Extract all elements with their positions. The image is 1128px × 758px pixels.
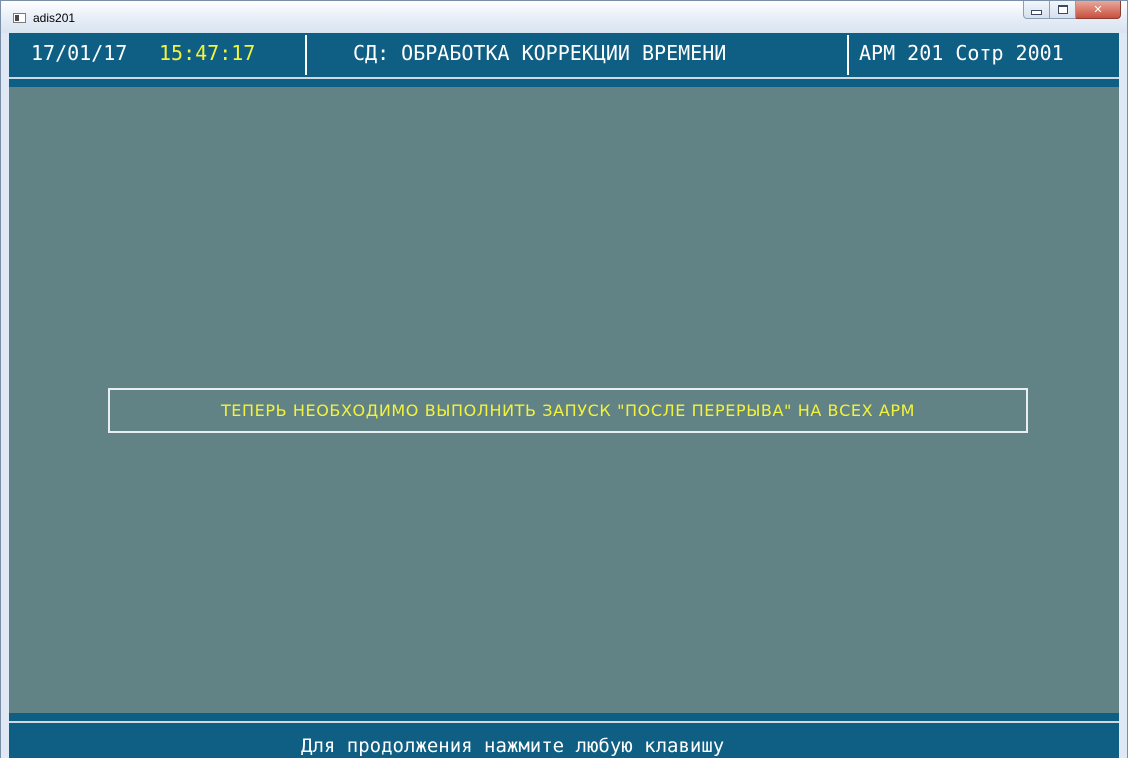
header-workstation: АРМ 201 Сотр 2001: [859, 41, 1064, 65]
window-right-border: [1119, 33, 1127, 758]
minimize-button[interactable]: [1023, 1, 1050, 19]
header-divider: [847, 35, 849, 75]
close-button[interactable]: ✕: [1076, 1, 1121, 19]
title-bar[interactable]: adis201 ✕: [1, 1, 1127, 33]
maximize-icon: [1057, 5, 1068, 14]
maximize-button[interactable]: [1050, 1, 1076, 19]
header-time: 15:47:17: [159, 41, 256, 65]
header-divider: [305, 35, 307, 75]
window-title: adis201: [33, 11, 76, 25]
header-separator-line: [9, 77, 1119, 79]
window-left-border: [1, 33, 9, 758]
minimize-icon: [1031, 9, 1042, 15]
header-title: СД: ОБРАБОТКА КОРРЕКЦИИ ВРЕМЕНИ: [353, 41, 727, 65]
footer-prompt: Для продолжения нажмите любую клавишу: [301, 735, 725, 757]
message-box: ТЕПЕРЬ НЕОБХОДИМО ВЫПОЛНИТЬ ЗАПУСК "ПОСЛ…: [108, 388, 1028, 433]
console-area[interactable]: 17/01/17 15:47:17 СД: ОБРАБОТКА КОРРЕКЦИ…: [9, 33, 1119, 758]
message-text: ТЕПЕРЬ НЕОБХОДИМО ВЫПОЛНИТЬ ЗАПУСК "ПОСЛ…: [220, 401, 916, 420]
footer-bar: Для продолжения нажмите любую клавишу: [9, 713, 1119, 758]
window-controls: ✕: [1023, 1, 1121, 19]
header-bar: 17/01/17 15:47:17 СД: ОБРАБОТКА КОРРЕКЦИ…: [9, 33, 1119, 87]
close-icon: ✕: [1093, 3, 1103, 16]
app-window: adis201 ✕ 17/01/17 15:47:17 СД: ОБРАБОТК…: [0, 0, 1128, 758]
footer-separator-line: [9, 721, 1119, 723]
header-date: 17/01/17: [31, 41, 128, 65]
console-app-icon: [13, 13, 26, 23]
